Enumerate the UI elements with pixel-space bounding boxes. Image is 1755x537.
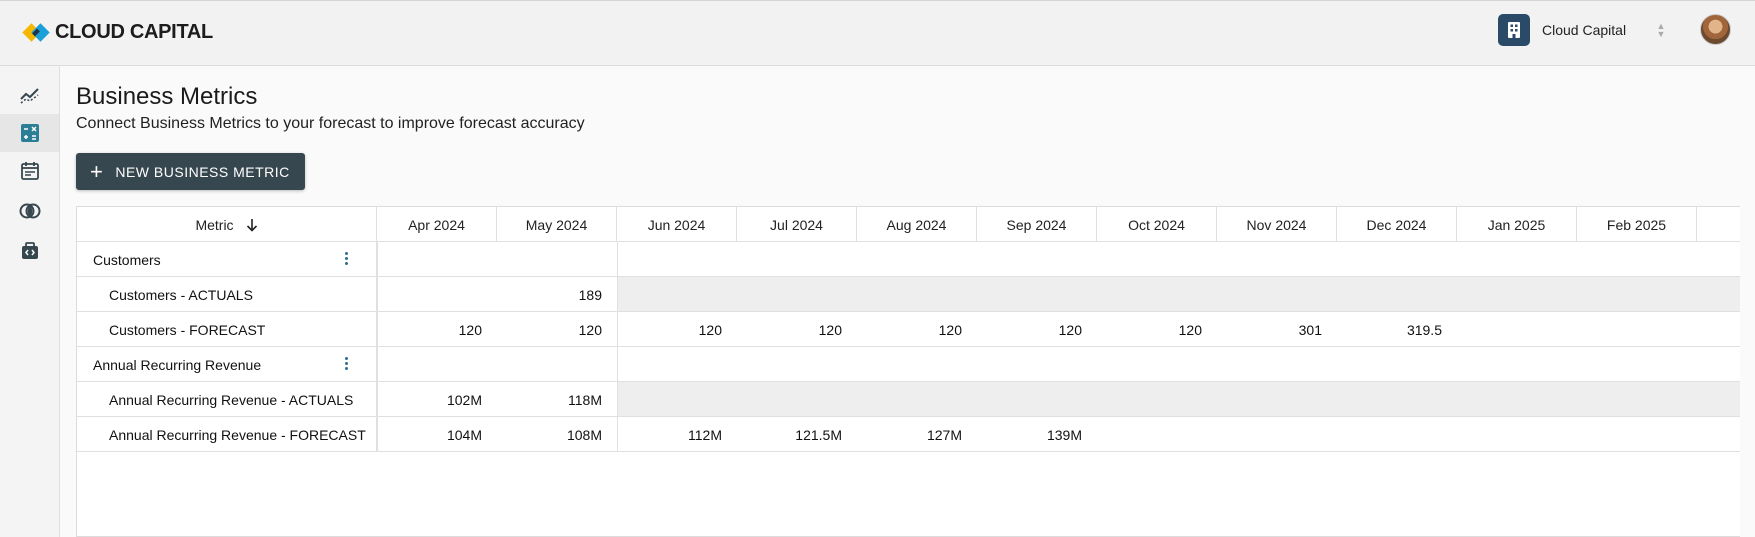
metric-value-cell[interactable]: 120	[497, 312, 617, 347]
metric-series-row: Customers - FORECAST 120 120 120 120 120 120 12…	[77, 312, 1740, 347]
metric-value-cell[interactable]: 108M	[497, 417, 617, 452]
month-column-header: Dec 2024	[1337, 207, 1457, 242]
building-icon	[1498, 14, 1530, 46]
metrics-table: Metric Apr 2024 May 2024 Jun 2024 Jul 2024 A…	[76, 206, 1740, 537]
metric-value-cell[interactable]: 301	[1217, 312, 1337, 347]
month-column-header: Jan 2025	[1457, 207, 1577, 242]
month-column-header: Ma	[1697, 207, 1740, 242]
more-vert-icon[interactable]	[342, 356, 350, 372]
metric-value-cell[interactable]: 121.5M	[737, 417, 857, 452]
unfold-icon: ▲ ▼	[1656, 21, 1666, 39]
user-avatar[interactable]	[1700, 14, 1731, 45]
trend-chart-icon	[19, 88, 39, 104]
metric-label: Annual Recurring Revenue - ACTUALS	[77, 382, 377, 417]
month-column-header: Oct 2024	[1097, 207, 1217, 242]
sidebar-item-integrations[interactable]	[0, 192, 59, 230]
month-column-header: Aug 2024	[857, 207, 977, 242]
column-divider	[617, 242, 618, 452]
metric-series-row: Annual Recurring Revenue - FORECAST 104M 1…	[77, 417, 1740, 452]
metric-column-header[interactable]: Metric	[77, 207, 377, 242]
metric-value-cell[interactable]: 120	[377, 312, 497, 347]
metric-value-cell[interactable]: 102M	[377, 382, 497, 417]
metric-value-cell[interactable]: 118M	[497, 382, 617, 417]
actuals-future-shading	[617, 382, 1740, 416]
sidebar	[0, 66, 60, 537]
metric-value-cell[interactable]: 120	[737, 312, 857, 347]
metric-label[interactable]: Customers	[77, 242, 377, 277]
logo-diamond-icon	[22, 22, 50, 43]
column-divider	[377, 242, 378, 452]
metric-label[interactable]: Annual Recurring Revenue	[77, 347, 377, 382]
sort-arrow-down-icon[interactable]	[246, 218, 258, 232]
metric-group-row: Customers	[77, 242, 1740, 277]
sidebar-item-forecast[interactable]	[0, 76, 59, 114]
metric-value-cell[interactable]: 189	[497, 277, 617, 312]
month-column-header: Feb 2025	[1577, 207, 1697, 242]
metric-series-row: Customers - ACTUALS 189	[77, 277, 1740, 312]
sidebar-item-calendar[interactable]	[0, 152, 59, 190]
integrations-icon	[19, 203, 40, 219]
org-name: Cloud Capital	[1542, 22, 1627, 38]
metric-value-cell[interactable]: 120	[617, 312, 737, 347]
sidebar-item-business-metrics[interactable]	[0, 114, 59, 152]
metric-value-cell[interactable]: 127M	[857, 417, 977, 452]
metric-series-row: Annual Recurring Revenue - ACTUALS 102M 11…	[77, 382, 1740, 417]
calculator-icon	[20, 124, 39, 142]
org-switcher[interactable]: Cloud Capital ▲ ▼	[1498, 14, 1668, 46]
more-vert-icon[interactable]	[342, 251, 350, 267]
metric-value-cell[interactable]: 139M	[977, 417, 1097, 452]
sidebar-item-data-sources[interactable]	[0, 232, 59, 270]
brand-name: CLOUD CAPITAL	[55, 21, 213, 43]
metric-label: Annual Recurring Revenue - FORECAST	[77, 417, 377, 452]
plus-icon: +	[90, 158, 104, 184]
month-column-header: Jun 2024	[617, 207, 737, 242]
metric-value-cell[interactable]: 120	[857, 312, 977, 347]
month-column-header: Jul 2024	[737, 207, 857, 242]
metric-value-cell[interactable]: 120	[977, 312, 1097, 347]
month-column-header: May 2024	[497, 207, 617, 242]
new-business-metric-label: NEW BUSINESS METRIC	[115, 163, 290, 180]
metric-label: Customers - ACTUALS	[77, 277, 377, 312]
metric-value-cell[interactable]: 319.5	[1337, 312, 1457, 347]
metric-header-label: Metric	[195, 216, 234, 233]
table-header-row: Metric Apr 2024 May 2024 Jun 2024 Jul 2024 A…	[77, 207, 1740, 242]
month-column-header: Sep 2024	[977, 207, 1097, 242]
metric-value-cell[interactable]: 112M	[617, 417, 737, 452]
brand-logo[interactable]: CLOUD CAPITAL	[22, 21, 213, 44]
calendar-icon	[20, 162, 39, 180]
top-bar: CLOUD CAPITAL Cloud Capital ▲ ▼	[0, 0, 1755, 66]
data-source-icon	[21, 242, 38, 259]
month-column-header: Nov 2024	[1217, 207, 1337, 242]
actuals-future-shading	[617, 277, 1740, 311]
metric-value-cell[interactable]: 120	[1097, 312, 1217, 347]
new-business-metric-button[interactable]: + NEW BUSINESS METRIC	[76, 153, 305, 190]
page-subtitle: Connect Business Metrics to your forecas…	[76, 115, 585, 132]
metric-value-cell[interactable]: 104M	[377, 417, 497, 452]
metric-group-row: Annual Recurring Revenue	[77, 347, 1740, 382]
metric-label: Customers - FORECAST	[77, 312, 377, 347]
month-column-header: Apr 2024	[377, 207, 497, 242]
page-title: Business Metrics	[76, 83, 258, 110]
page-header: Business Metrics Connect Business Metric…	[76, 82, 585, 133]
